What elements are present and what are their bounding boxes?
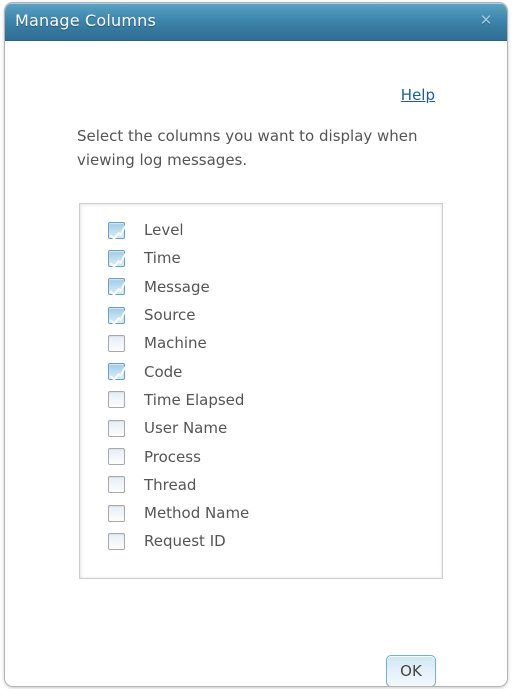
- column-row[interactable]: Thread: [80, 471, 442, 499]
- column-row[interactable]: Source: [80, 301, 442, 329]
- column-row[interactable]: Message: [80, 273, 442, 301]
- column-row[interactable]: Method Name: [80, 499, 442, 527]
- dialog-title: Manage Columns: [15, 11, 157, 30]
- checkbox-time[interactable]: [108, 249, 125, 267]
- checkbox-thread[interactable]: [108, 476, 125, 494]
- column-label: Request ID: [144, 532, 226, 551]
- column-row[interactable]: Time: [80, 244, 442, 272]
- instructions-text: Select the columns you want to display w…: [77, 127, 418, 169]
- column-label: Machine: [144, 334, 207, 353]
- column-label: User Name: [144, 419, 228, 438]
- column-label: Process: [144, 447, 201, 466]
- column-row[interactable]: Request ID: [80, 527, 442, 555]
- checkbox-user-name[interactable]: [108, 419, 125, 437]
- column-label: Source: [144, 306, 196, 325]
- checkbox-source[interactable]: [108, 306, 125, 324]
- column-label: Thread: [144, 475, 197, 494]
- checkbox-method-name[interactable]: [108, 504, 125, 522]
- checkbox-code[interactable]: [108, 363, 125, 381]
- column-label: Method Name: [144, 504, 250, 523]
- column-row[interactable]: Level: [80, 216, 442, 244]
- column-label: Time Elapsed: [144, 390, 245, 409]
- checkbox-message[interactable]: [108, 278, 125, 296]
- close-icon[interactable]: ✕: [475, 9, 497, 31]
- checkbox-time-elapsed[interactable]: [108, 391, 125, 409]
- dialog-body: Help Select the columns you want to disp…: [5, 41, 507, 686]
- checkbox-request-id[interactable]: [108, 532, 125, 550]
- help-link[interactable]: Help: [401, 86, 435, 104]
- checkbox-process[interactable]: [108, 448, 125, 466]
- column-row[interactable]: User Name: [80, 414, 442, 442]
- column-label: Message: [144, 277, 210, 296]
- ok-button[interactable]: OK: [386, 655, 436, 686]
- column-label: Time: [144, 249, 181, 268]
- column-row[interactable]: Time Elapsed: [80, 386, 442, 414]
- column-list[interactable]: Level Time Message Source Machine Code Time El…: [79, 203, 443, 579]
- column-row[interactable]: Code: [80, 357, 442, 385]
- dialog-titlebar: Manage Columns ✕: [5, 3, 507, 41]
- column-label: Level: [144, 221, 184, 240]
- checkbox-machine[interactable]: [108, 334, 125, 352]
- column-label: Code: [144, 362, 183, 381]
- checkbox-level[interactable]: [108, 221, 125, 239]
- help-row: Help: [401, 85, 435, 104]
- column-row[interactable]: Machine: [80, 329, 442, 357]
- column-row[interactable]: Process: [80, 442, 442, 470]
- manage-columns-dialog: Manage Columns ✕ Help Select the columns…: [4, 2, 508, 687]
